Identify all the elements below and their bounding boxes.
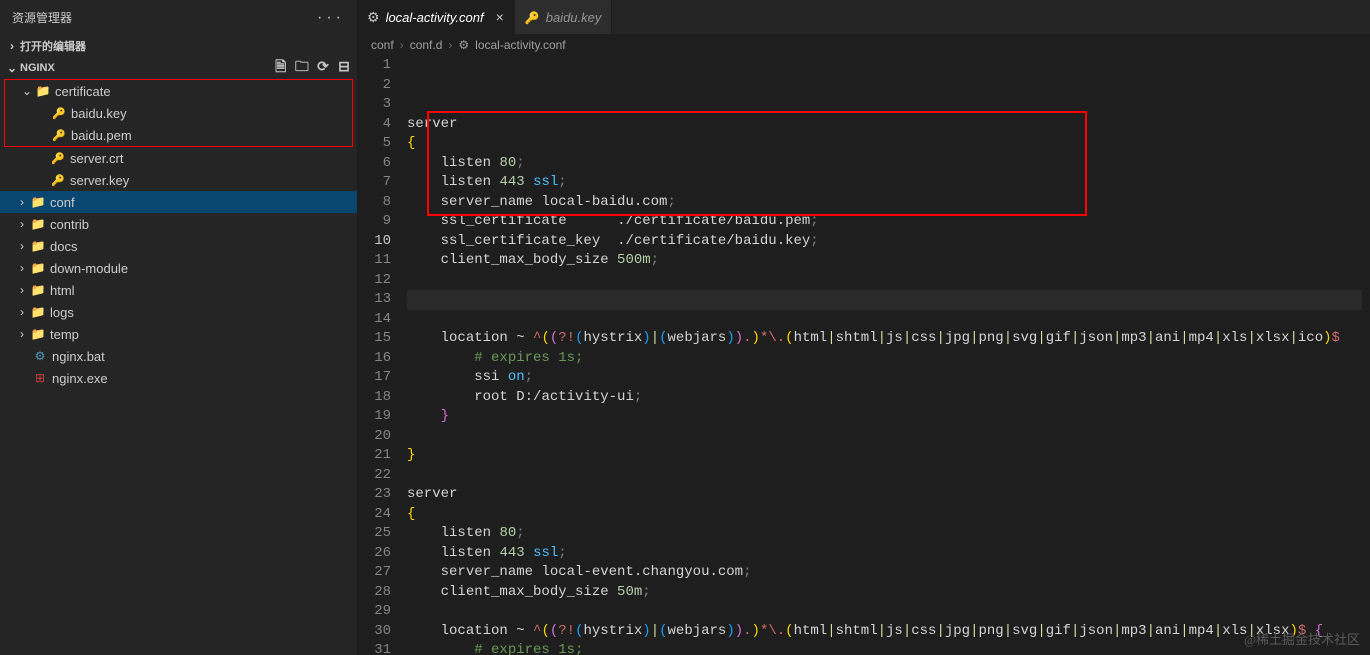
cert-file-icon xyxy=(50,172,66,188)
breadcrumb-item[interactable]: conf.d xyxy=(410,38,443,52)
more-actions-icon[interactable]: ··· xyxy=(317,9,345,27)
breadcrumb-sep-icon: › xyxy=(448,38,452,52)
chevron-right-icon xyxy=(14,217,30,231)
file-server-crt[interactable]: server.crt xyxy=(0,147,357,169)
key-file-icon xyxy=(51,127,67,143)
chevron-right-icon xyxy=(14,305,30,319)
folder-temp[interactable]: temp xyxy=(0,323,357,345)
explorer-title: 资源管理器 xyxy=(12,9,317,26)
tree-label: baidu.pem xyxy=(71,128,132,143)
tab-baidu-key[interactable]: baidu.key xyxy=(515,0,613,34)
code-editor[interactable]: 1234567891011121314151617181920212223242… xyxy=(357,56,1370,655)
tree-label: logs xyxy=(50,305,74,320)
chevron-right-icon xyxy=(4,39,20,53)
file-nginx-bat[interactable]: nginx.bat xyxy=(0,345,357,367)
new-folder-icon[interactable]: 🗀 xyxy=(293,56,311,80)
breadcrumb-item[interactable]: local-activity.conf xyxy=(475,38,565,52)
close-icon[interactable]: × xyxy=(496,9,504,25)
refresh-icon[interactable]: ⟳ xyxy=(314,58,332,75)
gear-icon xyxy=(367,9,380,26)
explorer-sidebar: 资源管理器 ··· 打开的编辑器 NGINX 🗎 🗀 ⟳ ⊟ certifica… xyxy=(0,0,357,655)
tree-label: contrib xyxy=(50,217,89,232)
tree-label: baidu.key xyxy=(71,106,127,121)
tab-label: local-activity.conf xyxy=(386,10,484,25)
tree-label: server.crt xyxy=(70,151,123,166)
tree-label: html xyxy=(50,283,75,298)
folder-icon xyxy=(30,216,46,232)
folder-html[interactable]: html xyxy=(0,279,357,301)
folder-down-module[interactable]: down-module xyxy=(0,257,357,279)
key-icon xyxy=(525,10,540,25)
file-nginx-exe[interactable]: nginx.exe xyxy=(0,367,357,389)
tree-label: nginx.bat xyxy=(52,349,105,364)
bat-file-icon xyxy=(32,348,48,364)
key-file-icon xyxy=(51,105,67,121)
tree-label: nginx.exe xyxy=(52,371,108,386)
folder-icon xyxy=(30,326,46,342)
folder-icon xyxy=(30,238,46,254)
chevron-down-icon xyxy=(4,61,20,75)
file-baidu-key[interactable]: baidu.key xyxy=(5,102,352,124)
tree-label: server.key xyxy=(70,173,129,188)
tab-local-activity-conf[interactable]: local-activity.conf × xyxy=(357,0,515,34)
folder-logs[interactable]: logs xyxy=(0,301,357,323)
file-baidu-pem[interactable]: baidu.pem xyxy=(5,124,352,146)
code-content[interactable]: server{ listen 80; listen 443 ssl; serve… xyxy=(407,56,1370,655)
open-editors-label: 打开的编辑器 xyxy=(20,38,353,54)
line-gutter: 1234567891011121314151617181920212223242… xyxy=(357,56,407,655)
chevron-right-icon xyxy=(14,239,30,253)
chevron-right-icon xyxy=(14,195,30,209)
breadcrumb-item[interactable]: conf xyxy=(371,38,394,52)
gear-icon xyxy=(458,38,469,52)
collapse-icon[interactable]: ⊟ xyxy=(335,58,353,75)
folder-certificate[interactable]: certificate xyxy=(5,80,352,102)
cert-file-icon xyxy=(50,150,66,166)
tab-label: baidu.key xyxy=(546,10,602,25)
breadcrumb[interactable]: conf › conf.d › local-activity.conf xyxy=(357,34,1370,56)
editor-tabs: local-activity.conf × baidu.key xyxy=(357,0,1370,34)
folder-conf[interactable]: conf xyxy=(0,191,357,213)
tree-label: down-module xyxy=(50,261,128,276)
project-section[interactable]: NGINX 🗎 🗀 ⟳ ⊟ xyxy=(0,57,357,79)
chevron-right-icon xyxy=(14,261,30,275)
folder-icon xyxy=(30,304,46,320)
folder-icon xyxy=(30,260,46,276)
folder-icon xyxy=(30,194,46,210)
tree-label: certificate xyxy=(55,84,111,99)
file-server-key[interactable]: server.key xyxy=(0,169,357,191)
tree-label: conf xyxy=(50,195,75,210)
tree-label: temp xyxy=(50,327,79,342)
breadcrumb-sep-icon: › xyxy=(400,38,404,52)
chevron-right-icon xyxy=(14,327,30,341)
watermark: @稀土掘金技术社区 xyxy=(1244,630,1360,650)
editor-area: local-activity.conf × baidu.key conf › c… xyxy=(357,0,1370,655)
annotation-box-sidebar: certificate baidu.key baidu.pem xyxy=(4,79,353,147)
chevron-down-icon xyxy=(19,84,35,98)
chevron-right-icon xyxy=(14,283,30,297)
folder-docs[interactable]: docs xyxy=(0,235,357,257)
exe-file-icon xyxy=(32,370,48,386)
section-actions: 🗎 🗀 ⟳ ⊟ xyxy=(272,56,353,80)
file-tree: certificate baidu.key baidu.pem server.c… xyxy=(0,79,357,655)
folder-icon xyxy=(35,83,51,99)
new-file-icon[interactable]: 🗎 xyxy=(272,56,290,80)
explorer-header: 资源管理器 ··· xyxy=(0,0,357,35)
open-editors-section[interactable]: 打开的编辑器 xyxy=(0,35,357,57)
tree-label: docs xyxy=(50,239,77,254)
folder-contrib[interactable]: contrib xyxy=(0,213,357,235)
folder-icon xyxy=(30,282,46,298)
project-label: NGINX xyxy=(20,62,272,74)
